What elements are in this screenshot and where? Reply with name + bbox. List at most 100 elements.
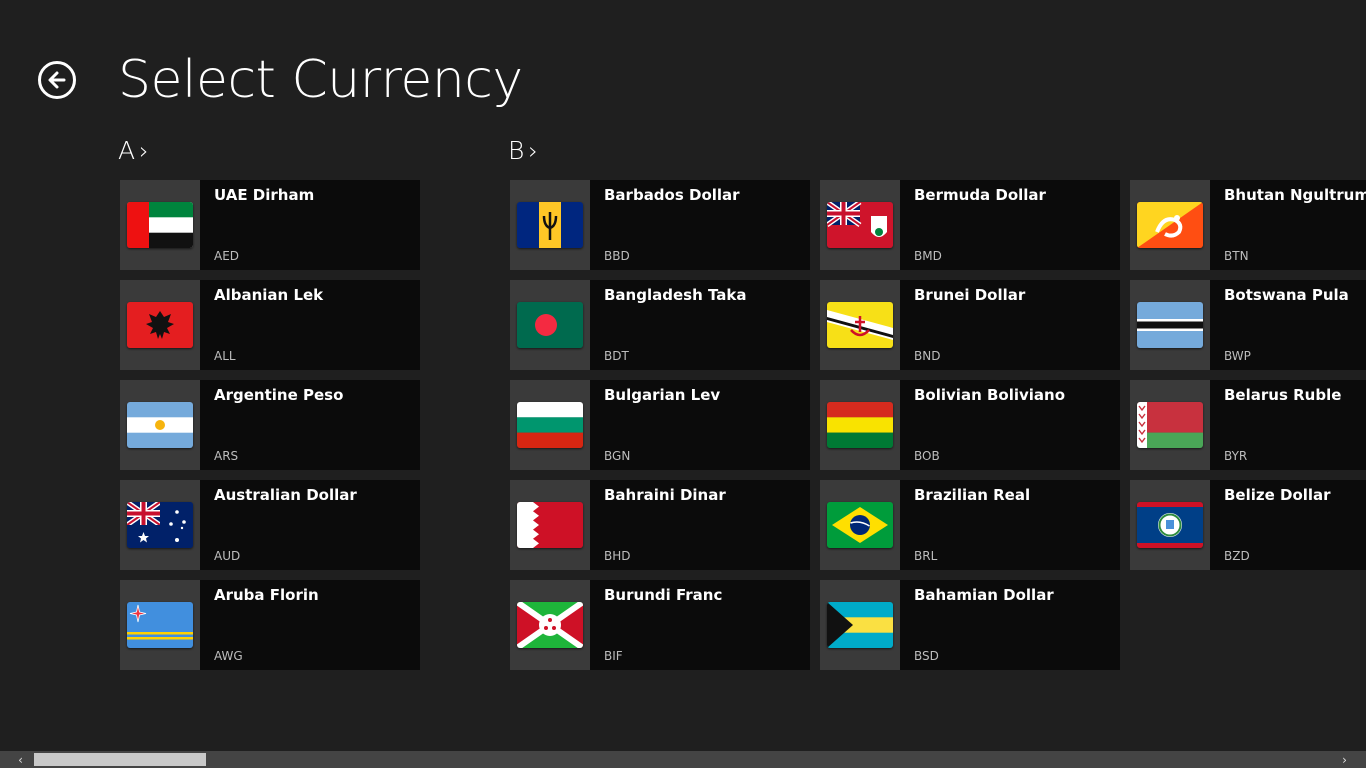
bahrain-flag-icon <box>517 502 583 548</box>
currency-name: Barbados Dollar <box>604 186 740 204</box>
currency-tile-bzd[interactable]: Belize Dollar BZD <box>1130 480 1366 570</box>
currency-code: AWG <box>214 649 243 663</box>
back-button[interactable] <box>38 61 76 99</box>
currency-name: Bhutan Ngultrum <box>1224 186 1366 204</box>
currency-tile-bif[interactable]: Burundi Franc BIF <box>510 580 810 670</box>
currency-code: BSD <box>914 649 939 663</box>
currency-code: BZD <box>1224 549 1250 563</box>
australia-flag-icon <box>127 502 193 548</box>
flag-frame <box>510 380 590 470</box>
scroll-thumb[interactable] <box>34 753 206 766</box>
argentina-flag-icon <box>127 402 193 448</box>
chevron-right-icon: › <box>528 137 538 165</box>
currency-code: ALL <box>214 349 236 363</box>
currency-tile-bob[interactable]: Bolivian Boliviano BOB <box>820 380 1120 470</box>
flag-frame <box>120 280 200 370</box>
currency-name: UAE Dirham <box>214 186 315 204</box>
flag-frame <box>820 580 900 670</box>
currency-name: Aruba Florin <box>214 586 319 604</box>
burundi-flag-icon <box>517 602 583 648</box>
currency-tile-bbd[interactable]: Barbados Dollar BBD <box>510 180 810 270</box>
currency-code: BOB <box>914 449 940 463</box>
currency-name: Bulgarian Lev <box>604 386 721 404</box>
currency-code: BIF <box>604 649 623 663</box>
flag-frame <box>820 280 900 370</box>
currency-name: Botswana Pula <box>1224 286 1349 304</box>
scroll-right-icon[interactable]: › <box>1336 751 1353 768</box>
currency-code: BYR <box>1224 449 1248 463</box>
flag-frame <box>510 480 590 570</box>
horizontal-scrollbar[interactable]: ‹ › <box>0 751 1366 768</box>
belize-flag-icon <box>1137 502 1203 548</box>
flag-frame <box>510 180 590 270</box>
currency-tile-bwp[interactable]: Botswana Pula BWP <box>1130 280 1366 370</box>
group-header-a[interactable]: A › <box>118 136 149 166</box>
flag-frame <box>820 480 900 570</box>
scroll-left-icon[interactable]: ‹ <box>12 751 29 768</box>
flag-frame <box>820 180 900 270</box>
currency-name: Bangladesh Taka <box>604 286 747 304</box>
currency-code: BMD <box>914 249 942 263</box>
currency-code: BBD <box>604 249 630 263</box>
brunei-flag-icon <box>827 302 893 348</box>
flag-frame <box>1130 280 1210 370</box>
uae-flag-icon <box>127 202 193 248</box>
currency-tile-aed[interactable]: UAE Dirham AED <box>120 180 420 270</box>
currency-tile-bdt[interactable]: Bangladesh Taka BDT <box>510 280 810 370</box>
flag-frame <box>510 580 590 670</box>
currency-tile-bnd[interactable]: Brunei Dollar BND <box>820 280 1120 370</box>
currency-code: BRL <box>914 549 938 563</box>
currency-code: AUD <box>214 549 241 563</box>
aruba-flag-icon <box>127 602 193 648</box>
group-letter: A <box>118 136 136 165</box>
flag-frame <box>120 180 200 270</box>
bulgaria-flag-icon <box>517 402 583 448</box>
currency-tile-ars[interactable]: Argentine Peso ARS <box>120 380 420 470</box>
currency-name: Bahamian Dollar <box>914 586 1054 604</box>
currency-name: Argentine Peso <box>214 386 344 404</box>
flag-frame <box>120 480 200 570</box>
bermuda-flag-icon <box>827 202 893 248</box>
currency-tile-bgn[interactable]: Bulgarian Lev BGN <box>510 380 810 470</box>
currency-name: Australian Dollar <box>214 486 357 504</box>
bolivia-flag-icon <box>827 402 893 448</box>
currency-code: BGN <box>604 449 631 463</box>
currency-code: BTN <box>1224 249 1249 263</box>
currency-name: Albanian Lek <box>214 286 324 304</box>
currency-name: Brunei Dollar <box>914 286 1026 304</box>
flag-frame <box>1130 480 1210 570</box>
currency-tile-aud[interactable]: Australian Dollar AUD <box>120 480 420 570</box>
group-header-b[interactable]: B › <box>508 136 538 166</box>
currency-tile-bmd[interactable]: Bermuda Dollar BMD <box>820 180 1120 270</box>
group-letter: B <box>508 136 525 165</box>
currency-tile-bhd[interactable]: Bahraini Dinar BHD <box>510 480 810 570</box>
currency-name: Burundi Franc <box>604 586 723 604</box>
chevron-right-icon: › <box>139 137 149 165</box>
currency-tile-awg[interactable]: Aruba Florin AWG <box>120 580 420 670</box>
currency-name: Belize Dollar <box>1224 486 1331 504</box>
bhutan-flag-icon <box>1137 202 1203 248</box>
bahamas-flag-icon <box>827 602 893 648</box>
currency-name: Bahraini Dinar <box>604 486 726 504</box>
currency-name: Brazilian Real <box>914 486 1031 504</box>
currency-name: Bermuda Dollar <box>914 186 1046 204</box>
currency-code: ARS <box>214 449 239 463</box>
bangladesh-flag-icon <box>517 302 583 348</box>
botswana-flag-icon <box>1137 302 1203 348</box>
flag-frame <box>120 580 200 670</box>
currency-tile-all[interactable]: Albanian Lek ALL <box>120 280 420 370</box>
currency-tile-byr[interactable]: Belarus Ruble BYR <box>1130 380 1366 470</box>
brazil-flag-icon <box>827 502 893 548</box>
flag-frame <box>1130 380 1210 470</box>
currency-tile-btn[interactable]: Bhutan Ngultrum BTN <box>1130 180 1366 270</box>
currency-tile-bsd[interactable]: Bahamian Dollar BSD <box>820 580 1120 670</box>
belarus-flag-icon <box>1137 402 1203 448</box>
flag-frame <box>1130 180 1210 270</box>
currency-code: BDT <box>604 349 629 363</box>
page-title: Select Currency <box>118 50 523 110</box>
currency-code: BND <box>914 349 941 363</box>
currency-code: AED <box>214 249 240 263</box>
flag-frame <box>820 380 900 470</box>
albania-flag-icon <box>127 302 193 348</box>
currency-tile-brl[interactable]: Brazilian Real BRL <box>820 480 1120 570</box>
